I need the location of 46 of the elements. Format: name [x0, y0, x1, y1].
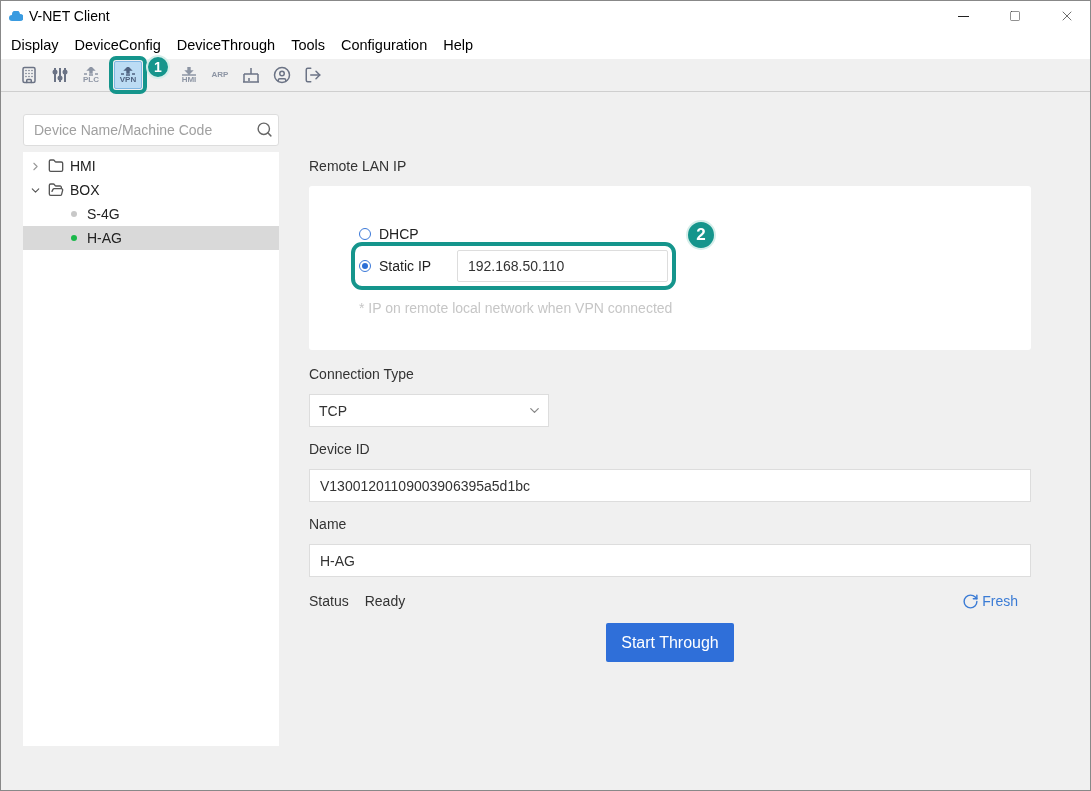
field-label: Device ID — [309, 441, 371, 457]
radio-button[interactable] — [359, 228, 371, 240]
tree-item[interactable]: HMI — [23, 154, 279, 178]
minimize-icon — [957, 15, 969, 17]
connection-type-select[interactable]: TCP — [309, 394, 549, 427]
upload-icon — [120, 66, 136, 76]
refresh-icon — [962, 592, 980, 610]
device-id-field[interactable]: V13001201109003906395a5d1bc — [309, 469, 1031, 502]
field-label: Connection Type — [309, 366, 415, 382]
status-label: Status — [309, 593, 349, 609]
table-icon — [241, 66, 261, 84]
radio-button[interactable] — [359, 260, 371, 272]
tree-item[interactable]: BOX — [23, 178, 279, 202]
window-title: V-NET Client — [29, 8, 111, 24]
tree-item[interactable]: H-AG — [23, 226, 279, 250]
field-label: Name — [309, 516, 348, 532]
radio-label: DHCP — [379, 226, 420, 242]
callout-badge: 2 — [686, 220, 716, 250]
ip-field[interactable]: 192.168.50.110 — [457, 250, 668, 282]
search-icon — [256, 121, 273, 138]
search-field[interactable]: Device Name/Machine Code — [23, 114, 279, 146]
folder-icon — [48, 182, 64, 198]
user-icon — [273, 66, 291, 84]
name-field[interactable]: H-AG — [309, 544, 1031, 577]
section-label: Remote LAN IP — [309, 158, 408, 174]
download-icon — [181, 66, 197, 76]
menu-item[interactable]: Display — [3, 37, 67, 53]
hint-text: * IP on remote local network when VPN connected — [359, 300, 674, 316]
status-value: Ready — [364, 593, 406, 609]
start-through-button[interactable]: Start Through — [606, 623, 734, 662]
tree-item[interactable]: S-4G — [23, 202, 279, 226]
upload-icon — [83, 66, 99, 76]
logout-icon — [304, 66, 322, 84]
radio-label: Static IP — [379, 258, 433, 274]
menu-item[interactable]: Tools — [283, 37, 333, 53]
refresh-link[interactable]: Fresh — [962, 592, 1018, 610]
building-icon — [20, 66, 38, 84]
maximize-icon — [1009, 10, 1021, 22]
menu-item[interactable]: DeviceThrough — [168, 37, 284, 53]
sliders-icon — [51, 66, 69, 84]
menu-item[interactable]: DeviceConfig — [66, 37, 169, 53]
menu-item[interactable]: Configuration — [333, 37, 436, 53]
callout-badge: 1 — [146, 55, 170, 79]
menu-item[interactable]: Help — [435, 37, 482, 53]
folder-icon — [48, 158, 64, 174]
cloud-icon — [9, 11, 23, 21]
